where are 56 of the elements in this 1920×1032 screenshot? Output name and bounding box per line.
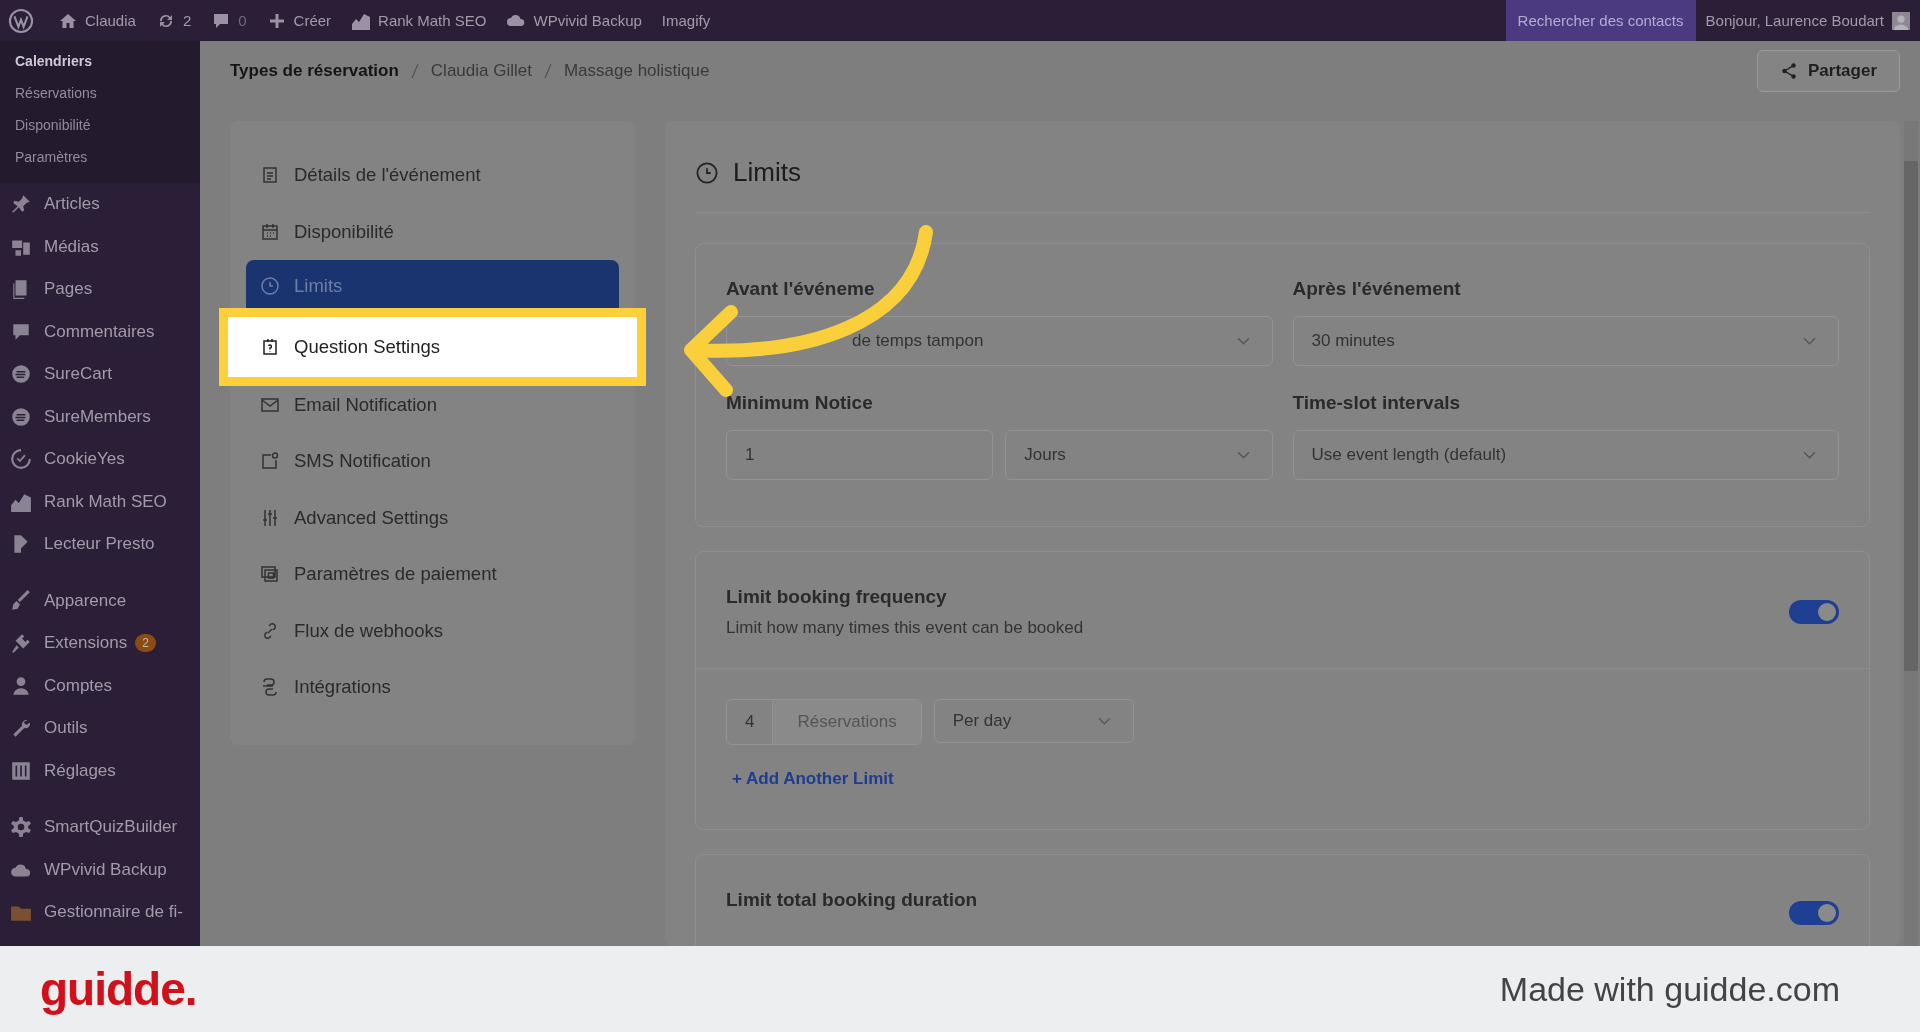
sidebar-item[interactable]: SmartQuizBuilder [0,806,200,849]
unit-select[interactable]: Jours [1005,430,1273,480]
panel-description: Limit how many times this event can be booked [726,618,1084,638]
sidebar-item[interactable]: CookieYes [0,438,200,481]
submenu-item[interactable]: Calendriers [0,45,200,77]
submenu-item[interactable]: Paramètres [0,141,200,173]
sidebar-item[interactable]: SureMembers [0,395,200,438]
nav-item[interactable]: Détails de l'événement [246,147,619,204]
panel-title: Limit total booking duration [726,889,978,911]
toolbar-link[interactable]: Imagify [651,0,721,41]
nav-item[interactable]: SMS Notification [246,433,619,490]
share-button[interactable]: Partager [1757,50,1900,92]
updates-link[interactable]: 2 [145,0,202,41]
account-link[interactable]: Bonjour, Laurence Boudart [1695,0,1920,41]
sidebar-item[interactable]: Gestionnaire de fi- [0,891,200,934]
submenu-item[interactable]: Disponibilité [0,109,200,141]
sidebar-item[interactable]: Comptes [0,664,200,707]
new-link[interactable]: Créer [256,0,342,41]
panel-title: Limit booking frequency [726,586,948,608]
nav-item[interactable]: Advanced Settings [246,489,619,546]
sidebar-item[interactable]: Rank Math SEO [0,480,200,523]
sidebar-item[interactable]: Extensions 2 [0,622,200,665]
nav-item[interactable]: Paramètres de paiement [246,546,619,603]
field-label: Minimum Notice [726,392,873,414]
sidebar-item[interactable]: SureCart [0,353,200,396]
field-label: Avant l'événeme [726,278,875,300]
sidebar-item[interactable]: WPvivid Backup [0,848,200,891]
toolbar-link[interactable]: WPvivid Backup [496,0,652,41]
nav-item[interactable]: Intégrations [246,659,619,716]
section-title: Limits [733,157,801,188]
sidebar-item[interactable]: Pages [0,268,200,311]
select-field[interactable]: 30 minutes [1292,316,1839,366]
site-link[interactable]: Claudia [48,0,146,41]
submenu-item[interactable]: Réservations [0,77,200,109]
brand-logo: guidde. [40,962,197,1016]
select-field[interactable]: de temps tampon [726,316,1273,366]
sidebar-item[interactable]: Lecteur Presto [0,523,200,566]
sidebar-item[interactable]: Commentaires [0,310,200,353]
number-input[interactable]: 1 [726,430,994,480]
nav-item[interactable]: Flux de webhooks [246,602,619,659]
contacts-search-link[interactable]: Rechercher des contacts [1505,0,1696,41]
period-select[interactable]: Per day [933,699,1134,743]
count-badge: 2 [135,634,156,653]
select-field[interactable]: Use event length (default) [1292,430,1839,480]
nav-item[interactable]: Email Notification [246,376,619,433]
footer-tagline: Made with guidde.com [1499,969,1840,1009]
sidebar-item[interactable]: Articles [0,183,200,226]
toolbar-link[interactable]: Rank Math SEO [341,0,497,41]
field-label: Après l'événement [1292,278,1461,300]
breadcrumb-link[interactable]: Types de réservation [230,61,399,81]
nav-item[interactable]: Disponibilité [246,203,619,260]
sidebar-item[interactable]: Apparence [0,579,200,622]
sidebar-item[interactable]: Réglages [0,749,200,792]
sidebar-item[interactable]: Médias [0,225,200,268]
sidebar-item[interactable]: Outils [0,707,200,750]
field-label: Time-slot intervals [1292,392,1461,414]
